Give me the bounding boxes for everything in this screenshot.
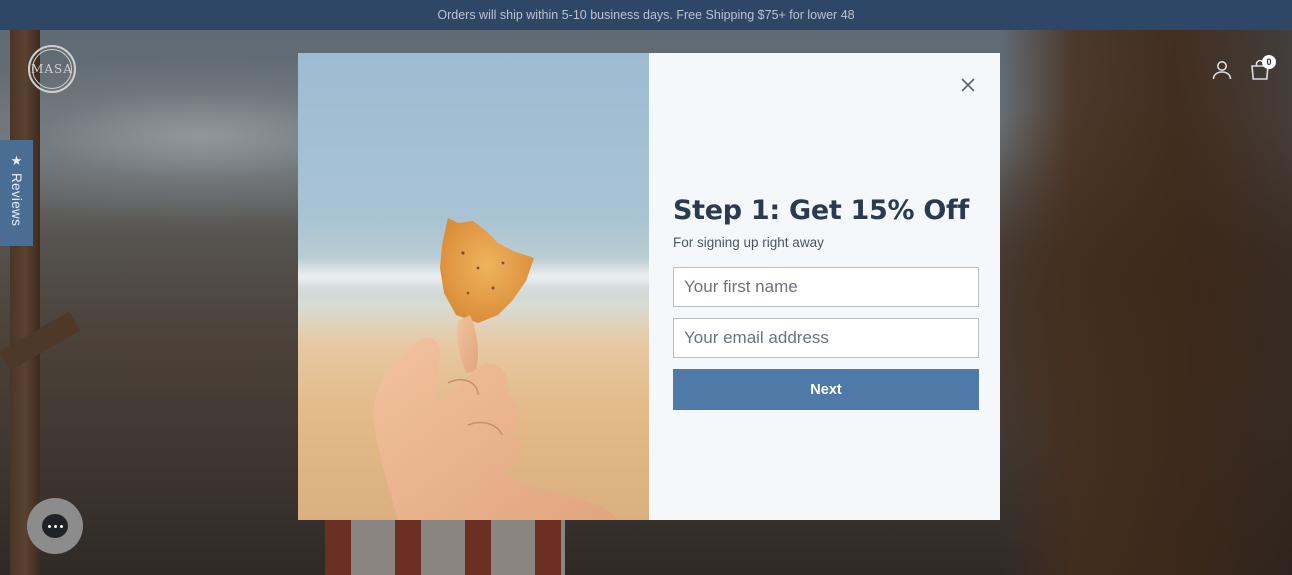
first-name-input[interactable] [673,267,979,307]
email-input[interactable] [673,318,979,358]
chat-icon [42,514,68,538]
reviews-tab[interactable]: ★ Reviews [0,140,33,246]
next-button[interactable]: Next [673,369,979,410]
popup-form-panel: Step 1: Get 15% Off For signing up right… [649,53,1000,520]
hero-striped-chair [325,520,565,575]
chat-button[interactable] [27,498,83,554]
account-icon[interactable] [1210,58,1234,82]
reviews-tab-label: Reviews [9,173,24,227]
popup-subtitle: For signing up right away [673,235,824,250]
star-icon: ★ [10,153,23,168]
logo-mark: MASA [31,49,73,89]
announcement-bar: Orders will ship within 5-10 business da… [0,0,1292,30]
logo-text: MASA [31,62,73,76]
announcement-text: Orders will ship within 5-10 business da… [437,8,855,22]
popup-title: Step 1: Get 15% Off [673,195,969,226]
cart-count-badge: 0 [1262,55,1276,69]
site-logo[interactable]: MASA [28,45,76,93]
popup-image-chip-beach [298,53,649,520]
signup-popup: Step 1: Get 15% Off For signing up right… [298,53,1000,520]
popup-image-hand-chip [373,218,618,520]
hero-chair-post [10,30,40,575]
close-icon[interactable] [958,75,978,95]
hero-person-shape [1000,30,1292,575]
